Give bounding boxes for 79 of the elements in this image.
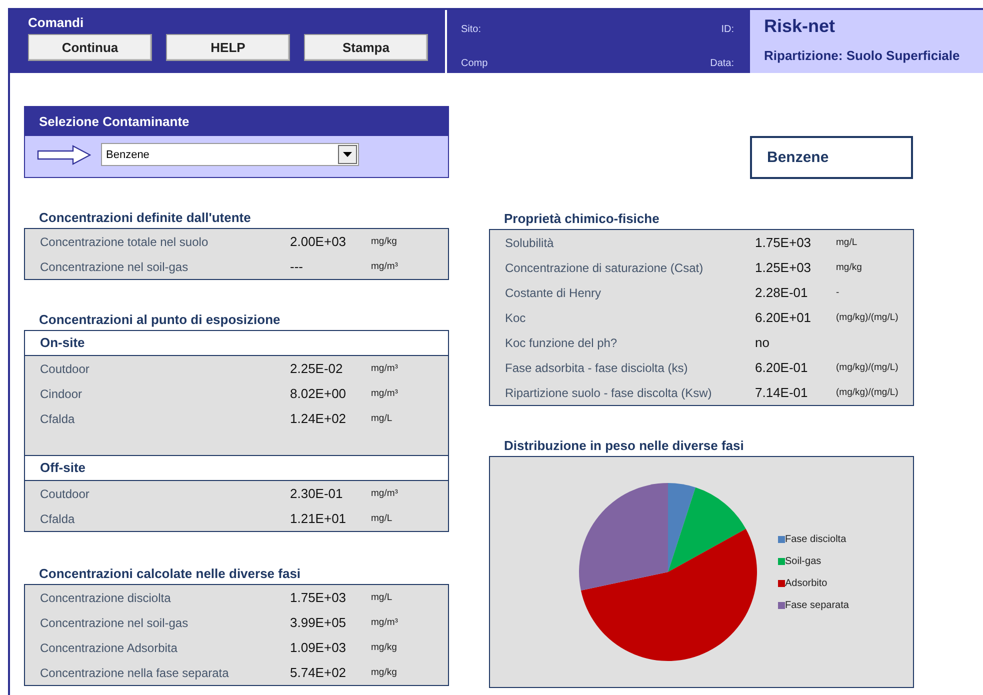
row-label: Coutdoor bbox=[40, 486, 90, 500]
row-label: Cfalda bbox=[40, 512, 76, 526]
caret-icon[interactable] bbox=[338, 145, 357, 164]
app-name: Risk-net bbox=[764, 16, 836, 37]
row-value: 2.25E-02 bbox=[290, 361, 344, 376]
command-button[interactable]: HELP bbox=[166, 34, 290, 61]
legend-label: Adsorbito bbox=[785, 578, 828, 588]
row-value: --- bbox=[290, 259, 304, 274]
row-label: Coutdoor bbox=[40, 362, 90, 376]
row-value: 2.30E-01 bbox=[290, 486, 344, 501]
command-button[interactable]: Continua bbox=[28, 34, 152, 61]
row-unit: - bbox=[836, 287, 840, 298]
row-unit: (mg/kg)/(mg/L) bbox=[836, 387, 900, 398]
row-value: 8.02E+00 bbox=[290, 386, 348, 401]
section-title: Concentrazioni calcolate nelle diverse fasi bbox=[38, 566, 302, 583]
row-value: 5.74E+02 bbox=[290, 665, 348, 680]
row-unit: (mg/kg)/(mg/L) bbox=[836, 312, 900, 323]
row-value: 1.09E+03 bbox=[290, 640, 348, 655]
row-unit: mg/kg bbox=[371, 667, 398, 678]
row-label: Concentrazione nel soil-gas bbox=[40, 616, 190, 630]
row-value: 1.25E+03 bbox=[755, 260, 812, 275]
info-label: Comp bbox=[461, 58, 488, 69]
row-value: 2.28E-01 bbox=[755, 285, 809, 300]
section-title: Concentrazioni definite dall'utente bbox=[38, 210, 252, 227]
row-label: Cindoor bbox=[40, 386, 84, 400]
row-unit: mg/m³ bbox=[371, 617, 399, 628]
group-title: On-site bbox=[25, 331, 448, 356]
row-label: Ripartizione suolo - fase discolta (Ksw) bbox=[505, 386, 713, 400]
row-value: 1.24E+02 bbox=[290, 411, 348, 426]
row-label: Costante di Henry bbox=[505, 286, 602, 300]
row-value: 6.20E-01 bbox=[755, 360, 809, 375]
legend-label: Soil-gas bbox=[785, 556, 822, 566]
row-label: Koc bbox=[505, 310, 527, 324]
row-label: Concentrazione nella fase separata bbox=[40, 666, 230, 680]
legend-label: Fase separata bbox=[785, 600, 849, 610]
row-label: Concentrazione disciolta bbox=[40, 590, 172, 604]
selection-title: Selezione Contaminante bbox=[25, 107, 448, 136]
row-unit: mg/kg bbox=[371, 236, 398, 247]
section-title: Distribuzione in peso nelle diverse fasi bbox=[503, 438, 745, 455]
arrow-icon bbox=[37, 144, 91, 164]
info-label: ID: bbox=[721, 24, 734, 35]
row-label: Concentrazione totale nel suolo bbox=[40, 234, 210, 248]
row-label: Concentrazione di saturazione (Csat) bbox=[505, 260, 704, 274]
row-value: 1.21E+01 bbox=[290, 511, 348, 526]
row-unit: mg/L bbox=[836, 237, 858, 248]
row-value: 1.75E+03 bbox=[755, 235, 812, 250]
row-label: Solubilità bbox=[505, 236, 555, 250]
row-label: Fase adsorbita - fase disciolta (ks) bbox=[505, 360, 689, 374]
row-label: Concentrazione nel soil-gas bbox=[40, 260, 190, 274]
subtitle: Ripartizione: Suolo Superficiale bbox=[764, 48, 961, 63]
row-unit: mg/m³ bbox=[371, 363, 399, 374]
row-unit: (mg/kg)/(mg/L) bbox=[836, 362, 900, 373]
row-value: 3.99E+05 bbox=[290, 615, 348, 630]
row-unit: mg/kg bbox=[371, 642, 398, 653]
info-label: Sito: bbox=[461, 24, 482, 35]
row-value: 1.75E+03 bbox=[290, 590, 348, 605]
row-label: Cfalda bbox=[40, 412, 76, 426]
row-unit: mg/L bbox=[371, 513, 394, 524]
row-label: Concentrazione Adsorbita bbox=[40, 640, 178, 654]
legend-label: Fase disciolta bbox=[785, 534, 846, 544]
row-unit: mg/L bbox=[371, 592, 394, 603]
row-unit: mg/m³ bbox=[371, 261, 399, 272]
command-button[interactable]: Stampa bbox=[304, 34, 428, 61]
section-title: Concentrazioni al punto di esposizione bbox=[38, 312, 282, 329]
row-value: 2.00E+03 bbox=[290, 234, 348, 249]
row-unit: mg/kg bbox=[836, 262, 863, 273]
row-value: 6.20E+01 bbox=[755, 310, 812, 325]
row-unit: mg/L bbox=[371, 413, 394, 424]
row-unit: mg/m³ bbox=[371, 488, 399, 499]
row-value: 7.14E-01 bbox=[755, 385, 809, 400]
row-value: no bbox=[755, 335, 770, 350]
row-unit: mg/m³ bbox=[371, 388, 399, 399]
row-label: Koc funzione del ph? bbox=[505, 336, 618, 350]
info-label: Data: bbox=[710, 58, 734, 69]
contaminant-name: Benzene bbox=[750, 136, 913, 179]
commands-title: Comandi bbox=[28, 15, 85, 30]
group-title: Off-site bbox=[25, 455, 448, 481]
contaminant-dropdown[interactable]: Benzene bbox=[101, 143, 359, 166]
section-title: Proprietà chimico-fisiche bbox=[503, 211, 660, 228]
